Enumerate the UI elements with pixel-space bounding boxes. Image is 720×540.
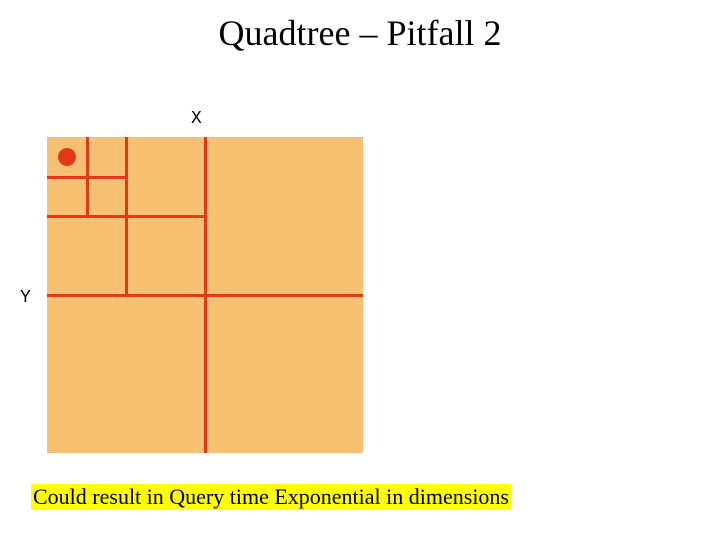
slide-title: Quadtree – Pitfall 2: [0, 12, 720, 54]
axis-label-y: Y: [20, 288, 31, 308]
partition-line-h-level1: [47, 215, 205, 218]
partition-line-h-level2: [47, 176, 127, 179]
data-point: [58, 148, 76, 166]
partition-line-h-level0: [47, 294, 363, 297]
axis-label-x: X: [191, 109, 202, 129]
slide: Quadtree – Pitfall 2 X Y Could result in…: [0, 0, 720, 540]
caption-text: Could result in Query time Exponential i…: [31, 484, 511, 510]
